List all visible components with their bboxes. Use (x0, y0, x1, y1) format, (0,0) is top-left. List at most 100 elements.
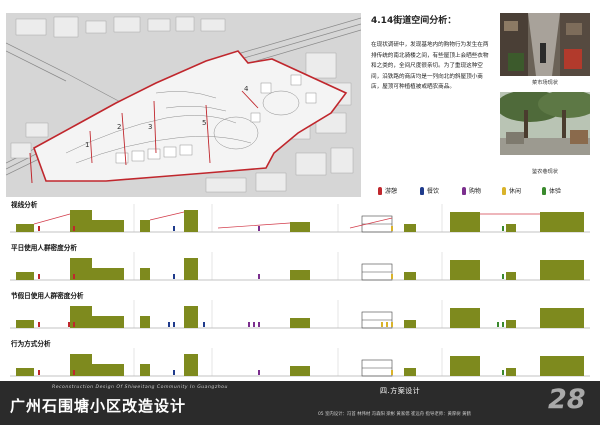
building-block (506, 368, 516, 376)
building-block (290, 318, 310, 328)
legend-item: 购物 (462, 186, 481, 195)
building-block (506, 272, 516, 280)
building-block (506, 320, 516, 328)
alley-photo (500, 92, 590, 155)
sight-line (217, 222, 291, 229)
person-figure (391, 226, 393, 231)
legend-item: 体验 (542, 186, 561, 195)
building-block (184, 306, 198, 328)
person-figure (38, 322, 40, 327)
person-figure (168, 322, 170, 327)
legend-item: 休闲 (502, 186, 521, 195)
person-figure (73, 322, 75, 327)
person-figure (173, 322, 175, 327)
page-number: 28 (548, 384, 586, 415)
person-figure (502, 274, 504, 279)
person-icon (502, 186, 506, 195)
building-block (16, 368, 34, 376)
person-figure (248, 322, 250, 327)
section-diagrams (10, 204, 590, 377)
footer-credits: 05 室内设计：冯首 林伟材 冯森阳 梁彬 黄家偲 崔远舟 指导老师：黄厚树 黄… (318, 412, 471, 417)
person-figure (73, 370, 75, 375)
person-figure (38, 226, 40, 231)
legend-label: 游憩 (385, 188, 398, 195)
person-icon (542, 186, 546, 195)
person-figure (502, 226, 504, 231)
building-block (404, 272, 416, 280)
sight-line (349, 217, 393, 229)
building-block (92, 220, 124, 232)
person-figure (258, 274, 260, 279)
legend-label: 体验 (549, 188, 562, 195)
person-figure (502, 370, 504, 375)
building-block (140, 364, 150, 376)
person-figure (173, 370, 175, 375)
building-block (16, 320, 34, 328)
person-figure (258, 370, 260, 375)
site-plan-map: 1 2 3 5 4 (6, 13, 361, 197)
person-figure (391, 274, 393, 279)
building-block (184, 210, 198, 232)
legend-label: 购物 (469, 188, 482, 195)
building-block (16, 224, 34, 232)
person-figure (258, 226, 260, 231)
building-block (540, 260, 584, 280)
person-figure (253, 322, 255, 327)
building-block (140, 268, 150, 280)
person-icon (378, 186, 382, 195)
building-block (450, 260, 480, 280)
market-photo (500, 13, 590, 76)
legend-label: 休闲 (509, 188, 522, 195)
person-figure (173, 226, 175, 231)
building-block (404, 320, 416, 328)
person-figure (173, 274, 175, 279)
building-block (290, 270, 310, 280)
footer-plan-label: 四.方案设计 (380, 387, 421, 395)
legend-label: 餐饮 (427, 188, 440, 195)
person-figure (391, 322, 393, 327)
building-block (540, 356, 584, 376)
building-block (184, 354, 198, 376)
person-icon (420, 186, 424, 195)
person-figure (391, 370, 393, 375)
analysis-title: 4.14街道空间分析： (371, 16, 457, 26)
sight-line (33, 213, 71, 225)
person-icon (462, 186, 466, 195)
building-block (290, 222, 310, 232)
footer-title: 广州石围塘小区改造设计 (10, 397, 187, 415)
analysis-body: 在现状调研中，发现基地内的购物行为发生在两排传统的南北骑楼之间，有些屋顶上会晒些… (371, 42, 489, 90)
building-block (140, 220, 150, 232)
footer-subtitle-en: Reconstruction Design Of Shiweitang Comm… (52, 385, 228, 390)
person-figure (386, 322, 388, 327)
legend-item: 游憩 (378, 186, 397, 195)
building-block (540, 212, 584, 232)
person-figure (38, 370, 40, 375)
building-block (404, 368, 416, 376)
building-block (506, 224, 516, 232)
person-figure (203, 322, 205, 327)
building-block (404, 224, 416, 232)
building-block (140, 316, 150, 328)
person-figure (258, 322, 260, 327)
sight-line (149, 211, 185, 221)
building-block (92, 268, 124, 280)
building-block (184, 258, 198, 280)
building-block (540, 308, 584, 328)
building-block (290, 366, 310, 376)
market-photo-caption: 菜市场现状 (532, 80, 558, 86)
person-figure (38, 274, 40, 279)
person-figure (73, 226, 75, 231)
building-block (450, 356, 480, 376)
person-figure (497, 322, 499, 327)
building-block (16, 272, 34, 280)
person-figure (68, 322, 70, 327)
alley-photo-caption: 鉴农巷现状 (532, 169, 558, 175)
building-block (92, 364, 124, 376)
building-block (450, 212, 480, 232)
person-figure (502, 322, 504, 327)
building-block (450, 308, 480, 328)
person-figure (381, 322, 383, 327)
legend-item: 餐饮 (420, 186, 439, 195)
building-block (92, 316, 124, 328)
person-figure (73, 274, 75, 279)
